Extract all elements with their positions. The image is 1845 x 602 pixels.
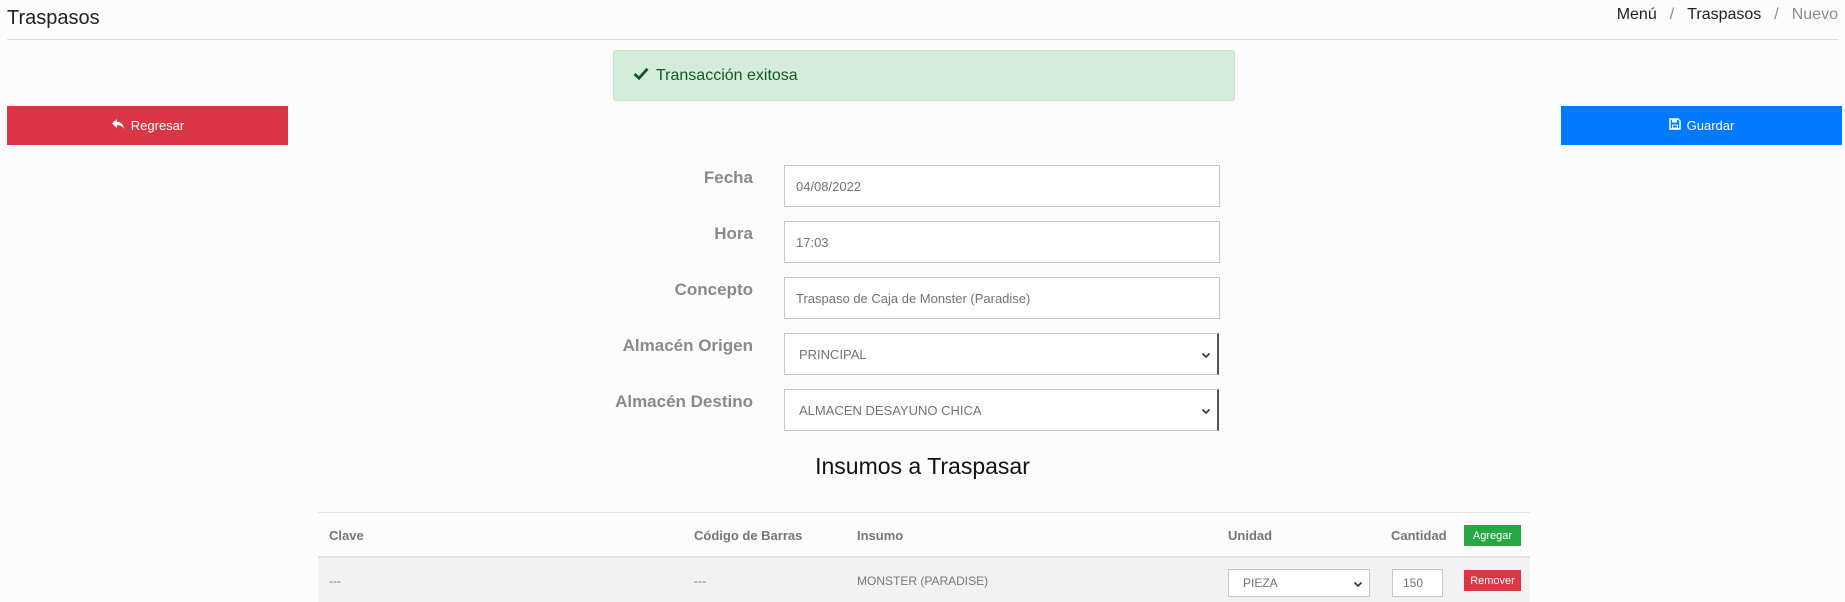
- save-button-label: Guardar: [1686, 118, 1735, 133]
- almacen-destino-select[interactable]: ALMACEN DESAYUNO CHICA: [784, 389, 1219, 431]
- back-button[interactable]: Regresar: [7, 106, 288, 145]
- header-cantidad: Cantidad: [1391, 528, 1447, 543]
- hora-label: Hora: [714, 224, 753, 243]
- almacen-destino-value: ALMACEN DESAYUNO CHICA: [799, 402, 982, 418]
- page-title: Traspasos: [7, 7, 100, 29]
- almacen-origen-value: PRINCIPAL: [799, 346, 867, 362]
- cell-insumo: MONSTER (PARADISE): [857, 574, 989, 588]
- concepto-input[interactable]: Traspaso de Caja de Monster (Paradise): [784, 277, 1220, 319]
- breadcrumb-separator: /: [1669, 6, 1675, 23]
- fecha-label: Fecha: [703, 168, 753, 187]
- breadcrumb-nuevo: Nuevo: [1791, 6, 1838, 23]
- breadcrumb: Menú / Traspasos / Nuevo: [1617, 6, 1838, 24]
- cell-clave: ---: [329, 574, 341, 588]
- almacen-origen-label: Almacén Origen: [622, 336, 753, 355]
- concepto-label: Concepto: [674, 280, 753, 299]
- header-codigo-barras: Código de Barras: [694, 528, 803, 543]
- header-insumo: Insumo: [857, 528, 904, 543]
- alert-message: Transacción exitosa: [656, 66, 798, 84]
- header-unidad: Unidad: [1228, 528, 1273, 543]
- remove-button[interactable]: Remover: [1464, 570, 1521, 591]
- add-button[interactable]: Agregar: [1464, 525, 1521, 546]
- unidad-select[interactable]: PIEZA: [1228, 569, 1370, 597]
- insumos-table: Clave Código de Barras Insumo Unidad Can…: [318, 512, 1530, 602]
- breadcrumb-separator: /: [1774, 6, 1779, 23]
- chevron-down-icon: [1201, 348, 1211, 363]
- almacen-destino-label: Almacén Destino: [615, 392, 753, 411]
- table-row: --- --- MONSTER (PARADISE) PIEZA 150 Rem…: [318, 558, 1530, 602]
- fecha-input[interactable]: 04/08/2022: [784, 165, 1220, 207]
- back-button-label: Regresar: [130, 118, 185, 133]
- cell-codigo-barras: ---: [694, 574, 706, 588]
- unidad-value: PIEZA: [1243, 576, 1278, 590]
- save-icon: [1668, 118, 1681, 133]
- reply-icon: [111, 118, 125, 133]
- chevron-down-icon: [1353, 578, 1363, 592]
- cantidad-input[interactable]: 150: [1392, 569, 1443, 597]
- save-button[interactable]: Guardar: [1561, 106, 1842, 145]
- breadcrumb-menu[interactable]: Menú: [1617, 6, 1657, 24]
- almacen-origen-select[interactable]: PRINCIPAL: [784, 333, 1219, 375]
- section-title: Insumos a Traspasar: [815, 453, 1030, 479]
- page-header: Traspasos Menú / Traspasos / Nuevo: [7, 0, 1838, 40]
- table-header: Clave Código de Barras Insumo Unidad Can…: [318, 513, 1530, 558]
- check-icon: [633, 67, 656, 85]
- header-clave: Clave: [329, 528, 364, 543]
- success-alert: Transacción exitosa: [613, 50, 1235, 101]
- hora-input[interactable]: 17:03: [784, 221, 1220, 263]
- breadcrumb-traspasos[interactable]: Traspasos: [1687, 6, 1761, 24]
- chevron-down-icon: [1201, 404, 1211, 419]
